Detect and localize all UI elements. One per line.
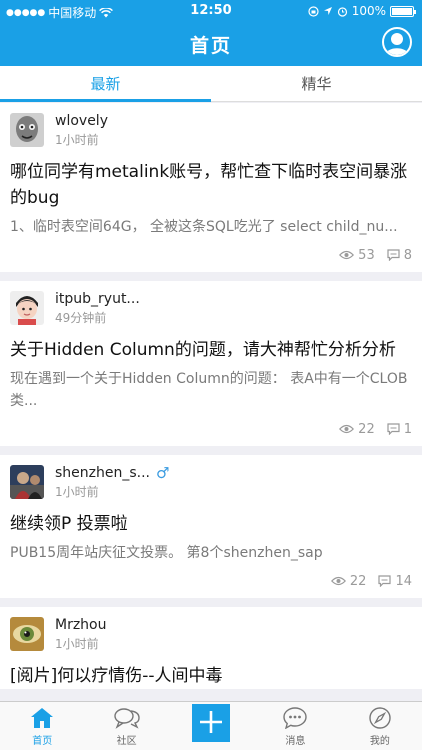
- author-name-text: itpub_ryut...: [55, 291, 140, 307]
- location-icon: [323, 7, 332, 15]
- comment-count: 14: [378, 574, 412, 589]
- eye-icon: [339, 250, 355, 260]
- post-title[interactable]: 关于Hidden Column的问题，请大神帮忙分析分析: [10, 337, 412, 363]
- avatar[interactable]: [10, 465, 44, 499]
- bottom-tab-label: 首页: [32, 736, 53, 747]
- post-time: 1小时前: [55, 133, 99, 147]
- status-right: 100%: [308, 4, 416, 18]
- status-bar: ●●●●● 中国移动 12:50 100%: [0, 0, 422, 22]
- profile-button[interactable]: [382, 27, 412, 57]
- avatar[interactable]: [10, 617, 44, 651]
- view-count: 22: [330, 573, 367, 589]
- app-screen: ●●●●● 中国移动 12:50 100% 首页 最新 精华 wlovely 1…: [0, 0, 422, 750]
- home-icon: [31, 708, 54, 728]
- post-time: 1小时前: [55, 637, 99, 651]
- author-name[interactable]: Mrzhou: [55, 617, 107, 634]
- post-excerpt: 1、临时表空间64G， 全被这条SQL吃光了 select child_nu..…: [10, 219, 398, 235]
- post-card[interactable]: itpub_ryut... 49分钟前 关于Hidden Column的问题，请…: [0, 281, 422, 446]
- bottom-tab-home[interactable]: 首页: [0, 702, 84, 750]
- author-row: itpub_ryut... 49分钟前: [10, 291, 412, 331]
- view-count: 53: [339, 248, 375, 263]
- author-name-text: wlovely: [55, 113, 108, 129]
- author-name[interactable]: shenzhen_s... ♂: [55, 465, 169, 482]
- eye-icon: [330, 576, 346, 586]
- user-avatar-icon: [385, 33, 409, 55]
- bottom-tab-label: 消息: [285, 736, 306, 747]
- post-title[interactable]: 继续领P 投票啦: [10, 511, 412, 537]
- comment-count-text: 8: [403, 247, 412, 263]
- author-meta: shenzhen_s... ♂ 1小时前: [55, 465, 169, 501]
- author-row: Mrzhou 1小时前: [10, 617, 412, 657]
- top-bar: ●●●●● 中国移动 12:50 100% 首页: [0, 0, 422, 66]
- view-count-text: 53: [358, 247, 375, 263]
- post-title[interactable]: 哪位同学有metalink账号，帮忙查下临时表空间暴涨的bug: [10, 159, 412, 211]
- message-icon: [283, 707, 308, 729]
- comment-count-text: 1: [403, 421, 412, 437]
- post-excerpt: PUB15周年站庆征文投票。 第8个shenzhen_sap: [10, 545, 323, 561]
- avatar-image: [10, 617, 44, 651]
- avatar-image: [10, 113, 44, 147]
- plus-icon: [200, 710, 223, 733]
- post-time: 1小时前: [55, 485, 99, 499]
- view-count-text: 22: [358, 421, 375, 437]
- page-title: 首页: [189, 35, 232, 57]
- post-time: 49分钟前: [55, 311, 107, 325]
- alarm-icon: [337, 6, 347, 17]
- avatar-image: [10, 291, 44, 325]
- comment-icon: [387, 423, 400, 435]
- author-name-text: shenzhen_s...: [55, 465, 151, 481]
- comment-count: 8: [387, 248, 412, 263]
- post-title[interactable]: [阅片]何以疗情伤--人间中毒: [10, 663, 412, 689]
- author-name[interactable]: wlovely: [55, 113, 108, 130]
- post-feed: wlovely 1小时前 哪位同学有metalink账号，帮忙查下临时表空间暴涨…: [0, 103, 422, 701]
- avatar[interactable]: [10, 291, 44, 325]
- author-row: shenzhen_s... ♂ 1小时前: [10, 465, 412, 505]
- view-count-text: 22: [349, 573, 367, 589]
- eye-icon: [339, 424, 355, 434]
- tab-featured[interactable]: 精华: [211, 66, 422, 101]
- comment-icon: [378, 575, 392, 587]
- male-icon: ♂: [156, 464, 170, 482]
- lock-rotation-icon: [308, 5, 319, 17]
- post-stats: 53 8: [10, 238, 412, 272]
- battery-percent: 100%: [351, 4, 386, 18]
- bottom-tab-label: 社区: [116, 736, 137, 747]
- author-name[interactable]: itpub_ryut...: [55, 291, 140, 308]
- new-post-button[interactable]: [192, 704, 231, 742]
- comment-count: 1: [387, 422, 412, 437]
- author-meta: Mrzhou 1小时前: [55, 617, 107, 653]
- avatar[interactable]: [10, 113, 44, 147]
- bottom-tab-messages[interactable]: 消息: [253, 702, 337, 750]
- author-row: wlovely 1小时前: [10, 113, 412, 153]
- author-name-text: Mrzhou: [55, 617, 107, 633]
- bottom-tab-label: 我的: [369, 736, 390, 747]
- post-stats: 22 1: [10, 412, 412, 446]
- bottom-tab-mine[interactable]: 我的: [338, 702, 422, 750]
- post-card[interactable]: Mrzhou 1小时前 [阅片]何以疗情伤--人间中毒: [0, 607, 422, 689]
- battery-icon: [390, 5, 416, 17]
- bottom-tab-bar: 首页 社区 消息 我的: [0, 701, 422, 750]
- post-card[interactable]: wlovely 1小时前 哪位同学有metalink账号，帮忙查下临时表空间暴涨…: [0, 103, 422, 272]
- comment-icon: [387, 249, 400, 261]
- bottom-tab-community[interactable]: 社区: [84, 702, 168, 750]
- author-meta: wlovely 1小时前: [55, 113, 108, 149]
- community-icon: [113, 708, 140, 729]
- avatar-image: [10, 465, 44, 499]
- post-excerpt: 现在遇到一个关于Hidden Column的问题： 表A中有一个CLOB类...: [10, 371, 408, 409]
- post-card[interactable]: shenzhen_s... ♂ 1小时前 继续领P 投票啦 PUB15周年站庆征…: [0, 455, 422, 598]
- feed-tabs: 最新 精华: [0, 66, 422, 102]
- comment-count-text: 14: [395, 573, 412, 589]
- compass-icon: [369, 707, 391, 729]
- view-count: 22: [339, 422, 375, 437]
- author-meta: itpub_ryut... 49分钟前: [55, 291, 140, 327]
- tab-latest[interactable]: 最新: [0, 66, 211, 102]
- post-stats: 22 14: [10, 564, 412, 598]
- bottom-tab-new-post[interactable]: [169, 702, 253, 750]
